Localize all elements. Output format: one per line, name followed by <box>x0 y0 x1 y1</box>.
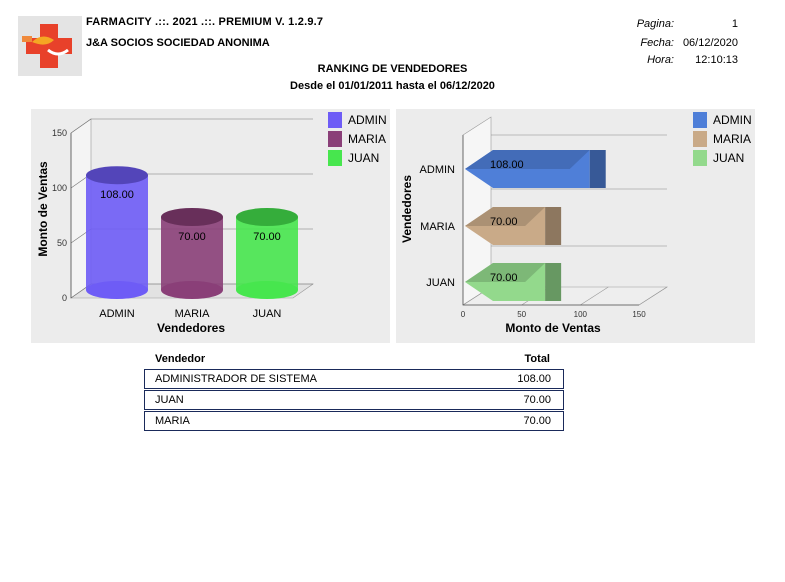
pagina-label: Pagina: <box>636 18 674 30</box>
bar-end-face <box>545 207 562 245</box>
table-header-total: Total <box>524 353 550 365</box>
x-tick-label: 0 <box>461 310 466 319</box>
x-tick-label: 100 <box>574 310 588 319</box>
y-tick-label: 150 <box>52 128 67 138</box>
y-axis-label: Vendedores <box>400 175 414 243</box>
company-name: J&A SOCIOS SOCIEDAD ANONIMA <box>86 37 270 49</box>
fecha-label: Fecha: <box>640 37 674 49</box>
report-subtitle: Desde el 01/01/2011 hasta el 06/12/2020 <box>290 80 495 92</box>
bar-top <box>161 208 223 226</box>
bar-base <box>161 281 223 299</box>
table-header-vendedor: Vendedor <box>155 353 206 365</box>
row-total: 70.00 <box>523 394 551 406</box>
app-title: FARMACITY .::. 2021 .::. PREMIUM V. 1.2.… <box>86 16 324 28</box>
bar-end-face <box>589 150 606 188</box>
data-label: 70.00 <box>253 231 281 243</box>
vertical-bar-chart: 0 50 100 150 108.00 ADMIN 70.00 MARIA 70.00 JUAN V… <box>31 109 390 343</box>
legend-label: ADMIN <box>348 113 387 127</box>
report-title: RANKING DE VENDEDORES <box>317 63 468 75</box>
row-vendedor: JUAN <box>155 394 184 406</box>
horizontal-bar-chart: 0 50 100 150 108.00 ADMIN 70.00 MARIA 70.00 JUAN M… <box>396 109 755 343</box>
x-tick-label: 150 <box>632 310 646 319</box>
x-tick-label: MARIA <box>175 308 211 320</box>
legend-swatch <box>328 131 342 147</box>
x-tick-label: JUAN <box>253 308 282 320</box>
row-vendedor: ADMINISTRADOR DE SISTEMA <box>155 373 317 385</box>
row-vendedor: MARIA <box>155 415 190 427</box>
data-label: 70.00 <box>178 231 206 243</box>
x-tick-label: ADMIN <box>99 308 135 320</box>
pagina-value: 1 <box>731 18 738 30</box>
data-label: 108.00 <box>490 159 524 171</box>
row-total: 70.00 <box>523 415 551 427</box>
fecha-value: 06/12/2020 <box>682 37 738 49</box>
y-tick-label: ADMIN <box>420 164 456 176</box>
data-label: 70.00 <box>490 216 518 228</box>
table-row: MARIA 70.00 <box>144 411 564 431</box>
bar-base <box>86 281 148 299</box>
data-label: 70.00 <box>490 272 518 284</box>
legend-label: JUAN <box>348 151 379 165</box>
legend-swatch <box>693 131 707 147</box>
x-tick-label: 50 <box>517 310 526 319</box>
legend-label: MARIA <box>713 132 751 146</box>
legend-swatch <box>328 150 342 166</box>
bar-juan <box>236 217 298 290</box>
legend-label: MARIA <box>348 132 386 146</box>
legend-label: JUAN <box>713 151 744 165</box>
y-tick-label: MARIA <box>420 221 456 233</box>
bar-end-face <box>545 263 562 301</box>
y-tick-label: 50 <box>57 238 67 248</box>
legend-swatch <box>328 112 342 128</box>
x-axis-label: Monto de Ventas <box>505 321 601 335</box>
legend-label: ADMIN <box>713 113 752 127</box>
y-axis-label: Monto de Ventas <box>36 161 50 257</box>
table-row: JUAN 70.00 <box>144 390 564 410</box>
table-row: ADMINISTRADOR DE SISTEMA 108.00 <box>144 369 564 389</box>
legend-swatch <box>693 150 707 166</box>
bar-maria <box>161 217 223 290</box>
bar-top <box>86 166 148 185</box>
row-total: 108.00 <box>517 373 551 385</box>
y-tick-label: 100 <box>52 183 67 193</box>
bar-top <box>236 208 298 226</box>
legend-swatch <box>693 112 707 128</box>
bar-base <box>236 281 298 299</box>
y-tick-label: 0 <box>62 293 67 303</box>
x-axis-label: Vendedores <box>157 321 225 335</box>
data-label: 108.00 <box>100 189 134 201</box>
y-tick-label: JUAN <box>426 277 455 289</box>
